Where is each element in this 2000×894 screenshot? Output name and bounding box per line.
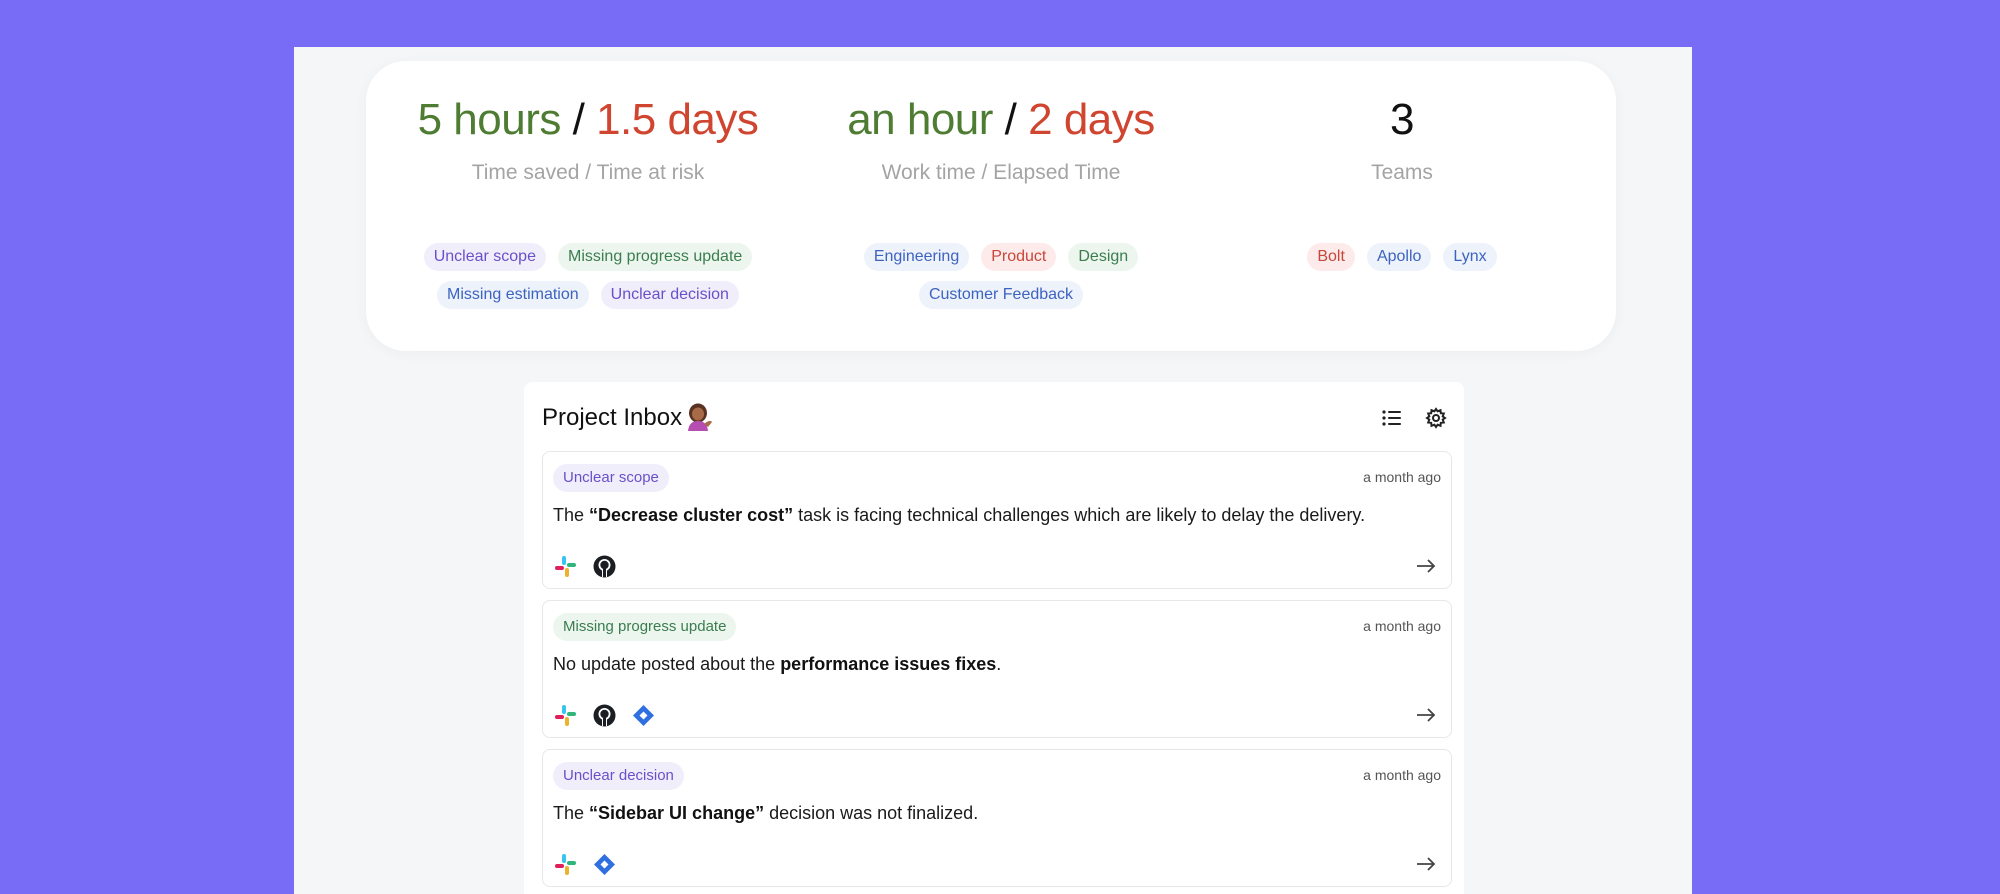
app-frame: 5 hours / 1.5 days Time saved / Time at … <box>294 47 1692 894</box>
card-source-icons <box>553 554 617 579</box>
inbox-card[interactable]: Unclear decision a month ago The “Sideba… <box>542 749 1452 887</box>
open-arrow-icon[interactable] <box>1415 854 1437 874</box>
list-view-button[interactable] <box>1378 404 1406 432</box>
card-tag[interactable]: Unclear decision <box>553 762 684 790</box>
tag-team-bolt[interactable]: Bolt <box>1307 243 1355 271</box>
person-tipping-hand-emoji-icon <box>685 402 713 432</box>
work-caption: Work time / Elapsed Time <box>881 161 1121 184</box>
card-source-icons <box>553 852 617 877</box>
card-timestamp: a month ago <box>1363 618 1441 634</box>
jira-icon <box>592 852 617 877</box>
slack-icon <box>553 554 578 579</box>
work-stat: an hour / 2 days Work time / Elapsed Tim… <box>811 93 1191 185</box>
team-tag-list: Bolt Apollo Lynx <box>1212 243 1592 271</box>
open-arrow-icon[interactable] <box>1415 556 1437 576</box>
time-caption: Time saved / Time at risk <box>471 161 705 184</box>
inbox-title: Project Inbox <box>542 404 683 431</box>
tag-team-lynx[interactable]: Lynx <box>1443 243 1497 271</box>
inbox-header: Project Inbox <box>542 402 1447 438</box>
card-timestamp: a month ago <box>1363 767 1441 783</box>
work-time-value: an hour <box>847 95 993 144</box>
message-prefix: The <box>553 803 590 823</box>
settings-gear-button[interactable] <box>1422 404 1450 432</box>
stats-summary-card: 5 hours / 1.5 days Time saved / Time at … <box>366 61 1616 351</box>
time-stat: 5 hours / 1.5 days Time saved / Time at … <box>398 93 778 185</box>
message-highlight: “Decrease cluster cost” <box>589 505 794 525</box>
slack-icon <box>553 703 578 728</box>
open-arrow-icon[interactable] <box>1415 705 1437 725</box>
slack-icon <box>553 852 578 877</box>
issue-tag-list: Unclear scope Missing progress update Mi… <box>398 243 778 309</box>
github-icon <box>592 554 617 579</box>
tag-engineering[interactable]: Engineering <box>863 243 970 271</box>
time-values: 5 hours / 1.5 days <box>398 93 778 147</box>
time-at-risk-value: 1.5 days <box>596 95 759 144</box>
teams-count: 3 <box>1390 95 1414 144</box>
message-suffix: task is facing technical challenges whic… <box>793 505 1366 525</box>
message-highlight: “Sidebar UI change” <box>589 803 765 823</box>
inbox-card[interactable]: Missing progress update a month ago No u… <box>542 600 1452 738</box>
tag-design[interactable]: Design <box>1068 243 1139 271</box>
time-separator: / <box>572 95 585 144</box>
jira-icon <box>631 703 656 728</box>
inbox-card[interactable]: Unclear scope a month ago The “Decrease … <box>542 451 1452 589</box>
project-inbox-panel: Project Inbox Unclear scope a month ago … <box>524 382 1464 894</box>
tag-unclear-scope[interactable]: Unclear scope <box>423 243 546 271</box>
card-message: The “Decrease cluster cost” task is faci… <box>553 505 1365 526</box>
card-message: No update posted about the performance i… <box>553 654 1001 675</box>
card-message: The “Sidebar UI change” decision was not… <box>553 803 978 824</box>
message-suffix: decision was not finalized. <box>764 803 979 823</box>
teams-stat: 3 Teams <box>1212 93 1592 185</box>
card-tag[interactable]: Unclear scope <box>553 464 669 492</box>
teams-caption: Teams <box>1371 161 1433 184</box>
tag-missing-progress-update[interactable]: Missing progress update <box>557 243 753 271</box>
department-tag-list: Engineering Product Design Customer Feed… <box>811 243 1191 309</box>
message-prefix: No update posted about the <box>553 654 781 674</box>
github-icon <box>592 703 617 728</box>
tag-unclear-decision[interactable]: Unclear decision <box>600 281 739 309</box>
card-source-icons <box>553 703 656 728</box>
message-suffix: . <box>996 654 1002 674</box>
elapsed-time-value: 2 days <box>1028 95 1155 144</box>
tag-team-apollo[interactable]: Apollo <box>1366 243 1432 271</box>
message-prefix: The <box>553 505 590 525</box>
tag-product[interactable]: Product <box>981 243 1057 271</box>
work-values: an hour / 2 days <box>811 93 1191 147</box>
message-highlight: performance issues fixes <box>780 654 997 674</box>
card-tag[interactable]: Missing progress update <box>553 613 737 641</box>
card-timestamp: a month ago <box>1363 469 1441 485</box>
tag-customer-feedback[interactable]: Customer Feedback <box>918 281 1084 309</box>
time-saved-value: 5 hours <box>417 95 562 144</box>
work-separator: / <box>1004 95 1017 144</box>
tag-missing-estimation[interactable]: Missing estimation <box>437 281 589 309</box>
